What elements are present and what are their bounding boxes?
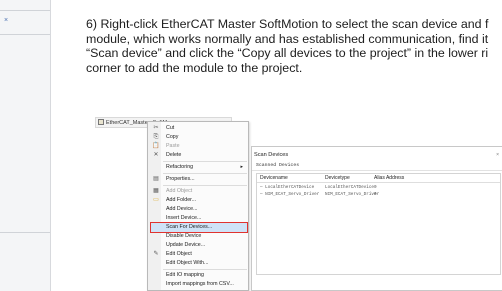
paragraph-line: “Scan device” and click the “Copy all de… (86, 46, 489, 61)
header-divider (257, 182, 500, 183)
column-header[interactable]: Devicetype (325, 175, 350, 181)
properties-icon: ▤ (153, 176, 159, 182)
menu-item-import-mappings[interactable]: Import mappings from CSV... (151, 280, 247, 289)
table-cell: NIM_ECAT_Servo_Driver (325, 192, 380, 197)
menu-item-properties[interactable]: ▤ Properties... (151, 175, 247, 184)
column-header[interactable]: Devicename (260, 175, 288, 181)
cut-icon: ✂ (153, 125, 159, 131)
scan-devices-dialog: Scan Devices × Scanned Devices Devicenam… (251, 146, 502, 291)
folder-icon: ▭ (153, 197, 159, 203)
menu-item-copy[interactable]: ⎘ Copy (151, 133, 247, 142)
column-header[interactable]: Alias Address (374, 175, 404, 181)
scanned-devices-label: Scanned Devices (256, 163, 300, 168)
menu-item-scan-for-devices[interactable]: Scan For Devices... (150, 222, 248, 233)
close-icon[interactable]: × (4, 17, 11, 24)
context-menu: ✂ Cut ⎘ Copy 📋 Paste ✕ Delete Refactorin… (147, 121, 249, 291)
instruction-paragraph: 6) Right-click EtherCAT Master SoftMotio… (86, 17, 502, 75)
menu-item-insert-device[interactable]: Insert Device... (151, 214, 247, 223)
menu-separator (163, 161, 247, 162)
paragraph-line: corner to add the module to the project. (86, 60, 303, 75)
menu-item-cut[interactable]: ✂ Cut (151, 124, 247, 133)
dialog-subheader: Scanned Devices (252, 162, 502, 171)
menu-item-edit-io-mapping[interactable]: Edit IO mapping (151, 271, 247, 280)
copy-icon: ⎘ (153, 134, 159, 140)
close-icon[interactable]: × (496, 152, 499, 158)
panel-divider (0, 10, 50, 11)
menu-item-add-device[interactable]: Add Device... (151, 205, 247, 214)
submenu-arrow-icon: ▸ (240, 164, 243, 170)
menu-item-delete[interactable]: ✕ Delete (151, 151, 247, 160)
add-object-icon: ▦ (153, 188, 159, 194)
menu-separator (163, 269, 247, 270)
left-panel: × (0, 0, 51, 291)
menu-item-refactoring[interactable]: Refactoring ▸ (151, 163, 247, 172)
paste-icon: 📋 (152, 143, 160, 149)
edit-icon: ✎ (153, 251, 159, 257)
menu-item-paste[interactable]: 📋 Paste (151, 142, 247, 151)
table-cell[interactable]: — NIM_ECAT_Servo_Driver (260, 192, 319, 197)
devices-table: Devicename Devicetype Alias Address — Lo… (256, 173, 501, 275)
table-cell[interactable]: — LocalEtherCATDevice (260, 185, 314, 190)
menu-item-add-folder[interactable]: ▭ Add Folder... (151, 196, 247, 205)
menu-item-add-object[interactable]: ▦ Add Object (151, 187, 247, 196)
menu-item-edit-object[interactable]: ✎ Edit Object (151, 250, 247, 259)
menu-item-update-device[interactable]: Update Device... (151, 241, 247, 250)
menu-separator (163, 185, 247, 186)
panel-divider (0, 34, 50, 35)
delete-icon: ✕ (153, 152, 159, 158)
paragraph-line: module, which works normally and has est… (86, 31, 489, 46)
table-cell: 0 (374, 192, 377, 197)
panel-divider (0, 232, 50, 233)
dialog-title: Scan Devices (254, 152, 289, 158)
paragraph-line: 6) Right-click EtherCAT Master SoftMotio… (86, 17, 489, 31)
menu-item-disable-device[interactable]: Disable Device (151, 232, 247, 241)
menu-separator (163, 173, 247, 174)
table-cell: LocalEtherCATDevice (325, 185, 374, 190)
table-cell: 0 (374, 185, 377, 190)
device-icon (98, 119, 104, 125)
menu-item-edit-object-with[interactable]: Edit Object With... (151, 259, 247, 268)
